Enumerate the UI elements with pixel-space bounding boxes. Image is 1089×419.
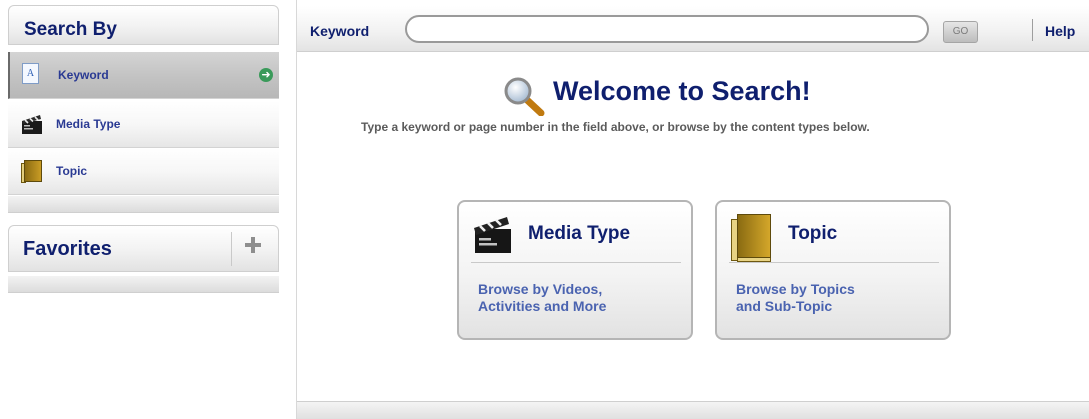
magnifier-icon <box>504 77 545 116</box>
book-icon <box>20 159 44 183</box>
sidebar-item-label: Media Type <box>56 117 121 131</box>
sidebar-item-label: Topic <box>56 164 88 178</box>
search-by-footer <box>8 196 279 213</box>
help-link[interactable]: Help <box>1045 23 1075 39</box>
favorites-divider <box>231 232 232 266</box>
main-footer <box>297 401 1089 419</box>
search-by-header: Search By <box>8 5 279 45</box>
go-button[interactable]: GO <box>943 21 978 43</box>
main-panel: Keyword GO Help Welcome to Search! Type … <box>296 0 1089 419</box>
help-divider <box>1032 19 1033 41</box>
search-by-title: Search By <box>24 19 117 40</box>
card-description-line: and Sub-Topic <box>736 298 833 314</box>
card-description: Browse by Videos, Activities and More <box>478 281 678 315</box>
card-description-line: Browse by Videos, <box>478 281 603 297</box>
card-divider <box>471 262 681 263</box>
favorites-title: Favorites <box>23 238 112 260</box>
clapperboard-icon <box>474 217 511 253</box>
sidebar-item-topic[interactable]: Topic <box>8 148 279 195</box>
card-title: Media Type <box>528 223 631 244</box>
card-description: Browse by Topics and Sub-Topic <box>736 281 936 315</box>
keyword-document-icon: A <box>22 63 39 84</box>
topic-card[interactable]: Topic Browse by Topics and Sub-Topic <box>715 200 951 340</box>
welcome-title: Welcome to Search! <box>553 76 811 106</box>
media-type-card[interactable]: Media Type Browse by Videos, Activities … <box>457 200 693 340</box>
clapperboard-icon <box>22 115 42 134</box>
favorites-header: Favorites <box>8 225 279 272</box>
card-divider <box>729 262 939 263</box>
add-favorite-plus-icon[interactable] <box>245 237 261 253</box>
search-toolbar: Keyword GO Help <box>297 6 1089 52</box>
book-icon <box>729 212 773 262</box>
card-description-line: Browse by Topics <box>736 281 855 297</box>
welcome-subtitle: Type a keyword or page number in the fie… <box>361 120 870 134</box>
sidebar-item-keyword[interactable]: A Keyword ➜ <box>8 52 279 99</box>
favorites-footer <box>8 276 279 293</box>
card-description-line: Activities and More <box>478 298 607 314</box>
keyword-label: Keyword <box>310 23 370 39</box>
arrow-right-circle-icon[interactable]: ➜ <box>259 68 273 82</box>
sidebar-item-media-type[interactable]: Media Type <box>8 101 279 148</box>
keyword-search-input[interactable] <box>405 15 929 43</box>
card-title: Topic <box>788 223 838 244</box>
sidebar-item-label: Keyword <box>58 68 109 82</box>
